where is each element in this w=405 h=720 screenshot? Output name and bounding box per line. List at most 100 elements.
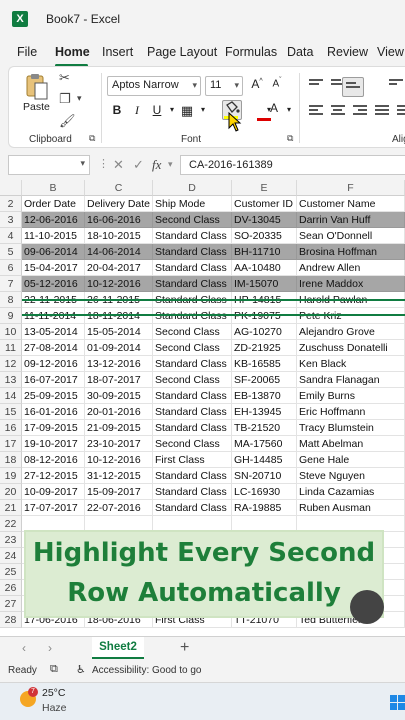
row-header[interactable]: 15 xyxy=(0,404,22,420)
row-header[interactable]: 4 xyxy=(0,228,22,244)
insert-function-icon[interactable]: fx xyxy=(152,157,161,173)
row-header[interactable]: 6 xyxy=(0,260,22,276)
table-cell[interactable]: Standard Class xyxy=(153,260,232,276)
table-cell[interactable]: Standard Class xyxy=(153,484,232,500)
table-cell[interactable]: 17-09-2015 xyxy=(22,420,85,436)
table-cell[interactable]: RA-19885 xyxy=(232,500,297,516)
table-cell[interactable]: Ken Black xyxy=(297,356,405,372)
table-cell[interactable]: Standard Class xyxy=(153,500,232,516)
table-cell[interactable]: Standard Class xyxy=(153,388,232,404)
table-cell[interactable]: Standard Class xyxy=(153,404,232,420)
paste-button[interactable]: Paste xyxy=(23,101,50,113)
tab-home[interactable]: Home xyxy=(55,45,90,59)
next-sheet-icon[interactable]: › xyxy=(48,641,52,655)
row-header[interactable]: 11 xyxy=(0,340,22,356)
table-cell[interactable]: Brosina Hoffman xyxy=(297,244,405,260)
table-cell[interactable]: 05-12-2016 xyxy=(22,276,85,292)
table-cell[interactable]: Second Class xyxy=(153,436,232,452)
table-cell[interactable]: Tracy Blumstein xyxy=(297,420,405,436)
windows-start-icon[interactable] xyxy=(390,695,405,710)
row-header[interactable]: 18 xyxy=(0,452,22,468)
align-center-icon[interactable] xyxy=(331,105,345,117)
tab-page-layout[interactable]: Page Layout xyxy=(147,45,217,59)
table-cell[interactable]: 25-09-2015 xyxy=(22,388,85,404)
row-header[interactable]: 25 xyxy=(0,564,22,580)
table-cell[interactable]: 20-01-2016 xyxy=(85,404,153,420)
table-cell[interactable]: Harold Pawlan xyxy=(297,292,405,308)
table-cell[interactable]: Eric Hoffmann xyxy=(297,404,405,420)
table-cell[interactable]: First Class xyxy=(153,452,232,468)
enter-check-icon[interactable]: ✓ xyxy=(133,157,144,173)
tab-review[interactable]: Review xyxy=(327,45,368,59)
table-cell[interactable]: Emily Burns xyxy=(297,388,405,404)
table-cell[interactable]: 27-12-2015 xyxy=(22,468,85,484)
borders-icon[interactable]: ▦ xyxy=(179,103,195,119)
row-header[interactable]: 7 xyxy=(0,276,22,292)
table-cell[interactable]: Steve Nguyen xyxy=(297,468,405,484)
table-cell[interactable]: Standard Class xyxy=(153,420,232,436)
table-cell[interactable]: LC-16930 xyxy=(232,484,297,500)
table-cell[interactable]: ZD-21925 xyxy=(232,340,297,356)
table-cell[interactable]: Alejandro Grove xyxy=(297,324,405,340)
table-cell[interactable]: KB-16585 xyxy=(232,356,297,372)
table-cell[interactable]: Second Class xyxy=(153,340,232,356)
row-header[interactable]: 2 xyxy=(0,196,22,212)
table-cell[interactable]: Standard Class xyxy=(153,468,232,484)
decrease-font-size-icon[interactable]: Aˇ xyxy=(269,77,285,89)
align-left-icon[interactable] xyxy=(309,105,323,117)
font-color-dropdown-chevron-icon[interactable]: ▾ xyxy=(281,105,297,114)
function-dropdown-chevron-icon[interactable]: ▾ xyxy=(168,159,173,170)
column-header-b[interactable]: B xyxy=(22,180,85,196)
header-cell[interactable]: Order Date xyxy=(22,196,85,212)
table-cell[interactable]: 13-12-2016 xyxy=(85,356,153,372)
tab-view[interactable]: View xyxy=(377,45,404,59)
row-header[interactable]: 28 xyxy=(0,612,22,628)
font-launcher-icon[interactable]: ⧉ xyxy=(287,133,293,144)
row-header[interactable]: 8 xyxy=(0,292,22,308)
tab-file[interactable]: File xyxy=(17,45,37,59)
macro-record-icon[interactable]: ⧉ xyxy=(50,663,58,676)
table-cell[interactable]: GH-14485 xyxy=(232,452,297,468)
table-cell[interactable]: 19-10-2017 xyxy=(22,436,85,452)
font-size-dropdown[interactable]: 11 ▾ xyxy=(205,76,243,96)
format-painter-icon[interactable]: 🖌 xyxy=(59,113,76,129)
header-cell[interactable]: Customer Name xyxy=(297,196,405,212)
row-header[interactable]: 17 xyxy=(0,436,22,452)
table-cell[interactable]: 16-07-2017 xyxy=(22,372,85,388)
table-cell[interactable]: AG-10270 xyxy=(232,324,297,340)
table-cell[interactable]: 23-10-2017 xyxy=(85,436,153,452)
table-cell[interactable]: Andrew Allen xyxy=(297,260,405,276)
copy-icon[interactable]: ❐ xyxy=(59,91,71,107)
font-name-dropdown[interactable]: Aptos Narrow ▾ xyxy=(107,76,201,96)
table-cell[interactable]: Second Class xyxy=(153,324,232,340)
italic-button[interactable]: I xyxy=(129,103,145,118)
table-cell[interactable]: Darrin Van Huff xyxy=(297,212,405,228)
table-cell[interactable]: 14-06-2014 xyxy=(85,244,153,260)
column-header-f[interactable]: F xyxy=(297,180,405,196)
align-bottom-button[interactable] xyxy=(342,77,364,97)
row-header[interactable]: 13 xyxy=(0,372,22,388)
font-color-icon[interactable]: A xyxy=(266,101,282,115)
table-cell[interactable]: 09-12-2016 xyxy=(22,356,85,372)
table-cell[interactable]: 15-05-2014 xyxy=(85,324,153,340)
row-header[interactable]: 5 xyxy=(0,244,22,260)
row-header[interactable]: 10 xyxy=(0,324,22,340)
tab-insert[interactable]: Insert xyxy=(102,45,133,59)
cancel-icon[interactable]: ✕ xyxy=(113,157,124,173)
sheet-tab-sheet2[interactable]: Sheet2 xyxy=(92,637,144,659)
table-cell[interactable]: Irene Maddox xyxy=(297,276,405,292)
row-header[interactable]: 12 xyxy=(0,356,22,372)
table-cell[interactable]: DV-13045 xyxy=(232,212,297,228)
table-cell[interactable]: 21-09-2015 xyxy=(85,420,153,436)
bold-button[interactable]: B xyxy=(109,103,125,117)
table-cell[interactable]: Second Class xyxy=(153,212,232,228)
row-header[interactable]: 9 xyxy=(0,308,22,324)
table-cell[interactable]: 18-07-2017 xyxy=(85,372,153,388)
table-cell[interactable]: Gene Hale xyxy=(297,452,405,468)
accessibility-icon[interactable]: ♿ xyxy=(76,663,86,676)
table-cell[interactable]: MA-17560 xyxy=(232,436,297,452)
table-cell[interactable]: 10-12-2016 xyxy=(85,276,153,292)
table-cell[interactable]: 09-06-2014 xyxy=(22,244,85,260)
underline-button[interactable]: U xyxy=(149,103,165,117)
table-cell[interactable]: 27-08-2014 xyxy=(22,340,85,356)
